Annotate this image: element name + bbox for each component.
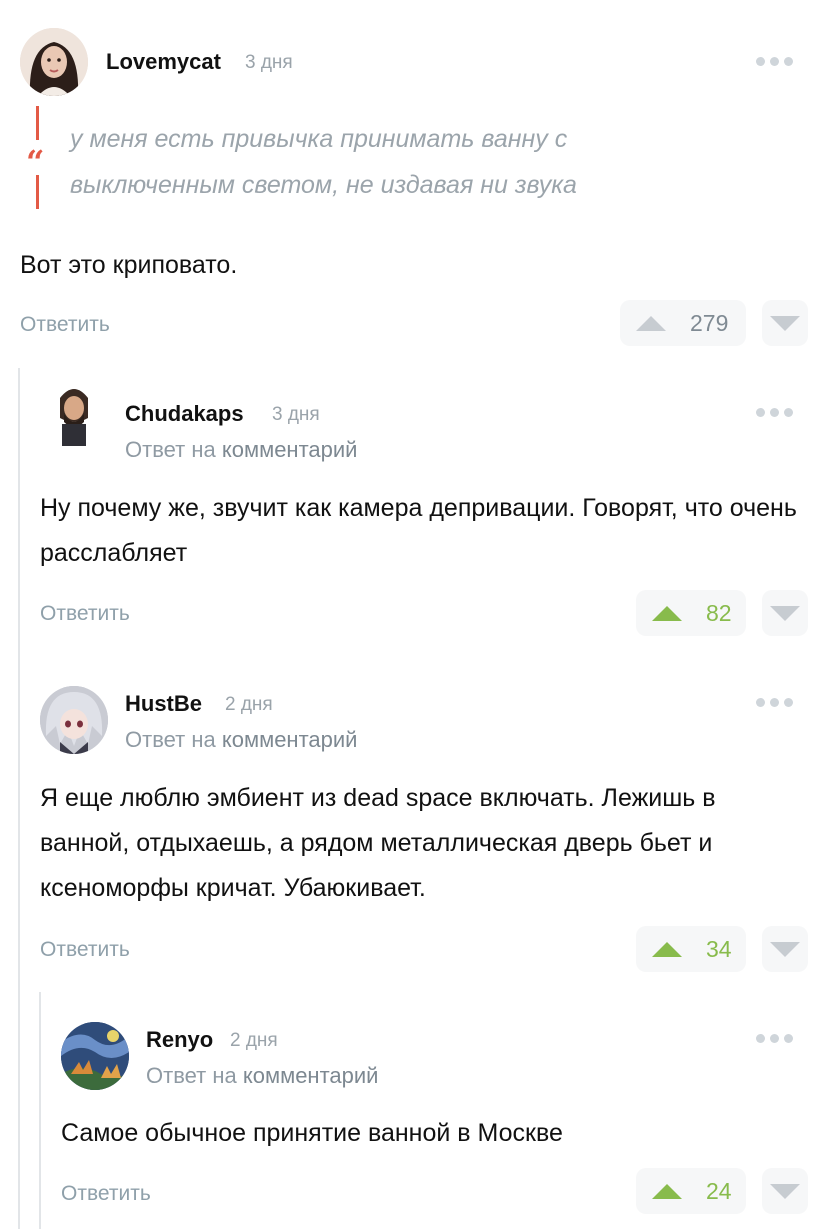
- quote-icon: “: [26, 143, 45, 181]
- comment-text: Я еще люблю эмбиент из dead space включа…: [40, 784, 716, 902]
- more-options-icon[interactable]: [756, 698, 793, 707]
- comment-text: Вот это криповато.: [20, 251, 238, 279]
- downvote-icon: [770, 941, 800, 957]
- upvote-button[interactable]: 279: [620, 300, 746, 346]
- vote-count: 279: [690, 309, 729, 336]
- comment-time: 3 дня: [272, 404, 320, 425]
- reply-button[interactable]: Ответить: [40, 938, 130, 962]
- reply-to-link[interactable]: комментарий: [222, 727, 358, 752]
- quoted-text: у меня есть привычка принимать ванну с в…: [70, 125, 577, 199]
- avatar[interactable]: [40, 378, 108, 446]
- more-options-icon[interactable]: [756, 57, 793, 66]
- author-name[interactable]: Lovemycat: [106, 49, 221, 75]
- upvote-button[interactable]: 34: [636, 926, 746, 972]
- reply-button[interactable]: Ответить: [20, 313, 110, 337]
- author-name[interactable]: Chudakaps: [125, 401, 244, 427]
- thread-line-level-1: [18, 368, 20, 1229]
- reply-to-info: Ответ на комментарий: [146, 1063, 378, 1089]
- comment-time: 2 дня: [225, 694, 273, 715]
- downvote-button[interactable]: [762, 590, 808, 636]
- upvote-icon: [652, 1183, 682, 1199]
- vote-count: 24: [706, 1177, 732, 1204]
- comment: Lovemycat 3 дня “ у меня есть привычка п…: [0, 0, 828, 360]
- comment: Renyo 2 дня Ответ на комментарий Самое о…: [0, 0, 828, 1214]
- avatar[interactable]: [20, 28, 88, 96]
- reply-button[interactable]: Ответить: [61, 1182, 151, 1206]
- vote-count: 34: [706, 935, 732, 962]
- reply-to-prefix: Ответ на: [146, 1063, 237, 1088]
- downvote-button[interactable]: [762, 926, 808, 972]
- downvote-icon: [770, 1183, 800, 1199]
- downvote-button[interactable]: [762, 1168, 808, 1214]
- comment-text: Самое обычное принятие ванной в Москве: [61, 1119, 563, 1147]
- upvote-button[interactable]: 82: [636, 590, 746, 636]
- author-name[interactable]: Renyo: [146, 1027, 213, 1053]
- reply-to-info: Ответ на комментарий: [125, 727, 357, 753]
- quote-bar-top: [36, 106, 39, 140]
- more-options-icon[interactable]: [756, 1034, 793, 1043]
- upvote-icon: [636, 315, 666, 331]
- reply-button[interactable]: Ответить: [40, 602, 130, 626]
- quote-bar-bottom: [36, 175, 39, 209]
- downvote-icon: [770, 605, 800, 621]
- comment-text: Ну почему же, звучит как камера депривац…: [40, 494, 797, 567]
- downvote-button[interactable]: [762, 300, 808, 346]
- downvote-icon: [770, 315, 800, 331]
- reply-to-prefix: Ответ на: [125, 437, 216, 462]
- upvote-icon: [652, 941, 682, 957]
- author-name[interactable]: HustBe: [125, 691, 202, 717]
- more-options-icon[interactable]: [756, 408, 793, 417]
- comment-time: 3 дня: [245, 52, 293, 73]
- thread-line-level-2: [39, 992, 41, 1229]
- avatar[interactable]: [61, 1022, 129, 1090]
- reply-to-link[interactable]: комментарий: [222, 437, 358, 462]
- upvote-button[interactable]: 24: [636, 1168, 746, 1214]
- reply-to-info: Ответ на комментарий: [125, 437, 357, 463]
- avatar[interactable]: [40, 686, 108, 754]
- vote-count: 82: [706, 599, 732, 626]
- reply-to-link[interactable]: комментарий: [243, 1063, 379, 1088]
- comment-time: 2 дня: [230, 1030, 278, 1051]
- upvote-icon: [652, 605, 682, 621]
- reply-to-prefix: Ответ на: [125, 727, 216, 752]
